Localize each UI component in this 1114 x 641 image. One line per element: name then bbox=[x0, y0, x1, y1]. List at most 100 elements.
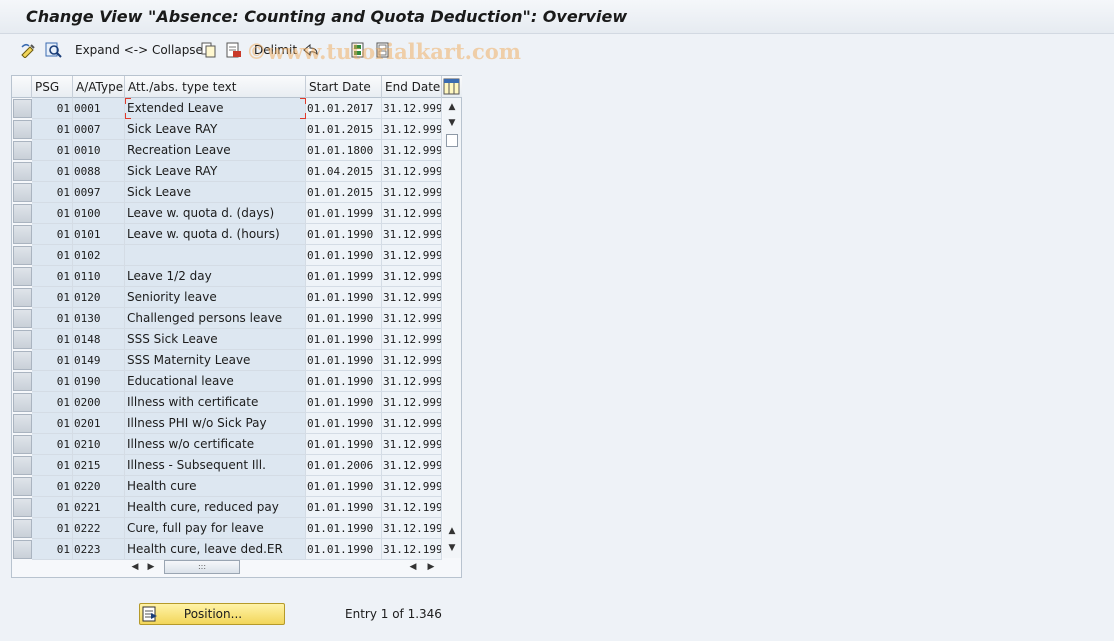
start-date-cell[interactable]: 01.01.1990 bbox=[306, 287, 382, 308]
row-selector[interactable] bbox=[13, 99, 32, 118]
row-selector[interactable] bbox=[13, 540, 32, 559]
end-date-cell[interactable]: 31.12.1999 bbox=[382, 539, 442, 560]
psg-cell[interactable]: 01 bbox=[32, 98, 73, 119]
atype-cell[interactable]: 0101 bbox=[73, 224, 125, 245]
text-cell[interactable]: Leave w. quota d. (hours) bbox=[125, 224, 306, 245]
text-cell[interactable]: Illness - Subsequent Ill. bbox=[125, 455, 306, 476]
start-date-cell[interactable]: 01.01.1990 bbox=[306, 413, 382, 434]
text-cell[interactable]: Sick Leave bbox=[125, 182, 306, 203]
scroll-left-end-icon[interactable]: ◀ bbox=[407, 560, 419, 574]
end-date-cell[interactable]: 31.12.9999 bbox=[382, 392, 442, 413]
end-date-cell[interactable]: 31.12.9999 bbox=[382, 329, 442, 350]
start-date-cell[interactable]: 01.01.2015 bbox=[306, 119, 382, 140]
row-selector[interactable] bbox=[13, 288, 32, 307]
text-cell[interactable] bbox=[125, 245, 306, 266]
start-date-cell[interactable]: 01.01.2015 bbox=[306, 182, 382, 203]
text-cell[interactable]: Illness with certificate bbox=[125, 392, 306, 413]
details-icon[interactable] bbox=[45, 42, 63, 58]
row-selector[interactable] bbox=[13, 120, 32, 139]
row-selector[interactable] bbox=[13, 330, 32, 349]
start-date-cell[interactable]: 01.01.1990 bbox=[306, 539, 382, 560]
psg-cell[interactable]: 01 bbox=[32, 497, 73, 518]
scroll-right-end-icon[interactable]: ▶ bbox=[425, 560, 437, 574]
end-date-cell[interactable]: 31.12.9999 bbox=[382, 266, 442, 287]
atype-cell[interactable]: 0221 bbox=[73, 497, 125, 518]
psg-cell[interactable]: 01 bbox=[32, 308, 73, 329]
psg-cell[interactable]: 01 bbox=[32, 434, 73, 455]
deselect-all-icon[interactable] bbox=[375, 42, 393, 58]
psg-cell[interactable]: 01 bbox=[32, 539, 73, 560]
row-selector[interactable] bbox=[13, 225, 32, 244]
horizontal-scroll-thumb[interactable]: ::: bbox=[164, 560, 240, 574]
text-cell[interactable]: Health cure, leave ded.ER bbox=[125, 539, 306, 560]
column-header-psg[interactable]: PSG bbox=[32, 76, 73, 98]
atype-cell[interactable]: 0201 bbox=[73, 413, 125, 434]
text-cell[interactable]: Challenged persons leave bbox=[125, 308, 306, 329]
start-date-cell[interactable]: 01.01.1800 bbox=[306, 140, 382, 161]
psg-cell[interactable]: 01 bbox=[32, 203, 73, 224]
select-all-icon[interactable] bbox=[350, 42, 368, 58]
scroll-down-icon[interactable]: ▼ bbox=[445, 541, 459, 555]
end-date-cell[interactable]: 31.12.9999 bbox=[382, 203, 442, 224]
end-date-cell[interactable]: 31.12.9999 bbox=[382, 119, 442, 140]
horizontal-scrollbar[interactable]: ◀ ▶ ::: ◀ ▶ bbox=[125, 558, 443, 576]
row-selector[interactable] bbox=[13, 477, 32, 496]
text-cell[interactable]: SSS Sick Leave bbox=[125, 329, 306, 350]
row-selector[interactable] bbox=[13, 414, 32, 433]
start-date-cell[interactable]: 01.01.1990 bbox=[306, 497, 382, 518]
start-date-cell[interactable]: 01.01.1990 bbox=[306, 308, 382, 329]
atype-cell[interactable]: 0120 bbox=[73, 287, 125, 308]
row-selector[interactable] bbox=[13, 141, 32, 160]
start-date-cell[interactable]: 01.01.1990 bbox=[306, 434, 382, 455]
atype-cell[interactable]: 0223 bbox=[73, 539, 125, 560]
atype-cell[interactable]: 0215 bbox=[73, 455, 125, 476]
row-selector[interactable] bbox=[13, 183, 32, 202]
text-cell[interactable]: Leave w. quota d. (days) bbox=[125, 203, 306, 224]
text-cell[interactable]: Health cure, reduced pay bbox=[125, 497, 306, 518]
psg-cell[interactable]: 01 bbox=[32, 161, 73, 182]
end-date-cell[interactable]: 31.12.9999 bbox=[382, 434, 442, 455]
row-selector[interactable] bbox=[13, 246, 32, 265]
row-selector[interactable] bbox=[13, 519, 32, 538]
expand-collapse-button[interactable]: Expand <-> Collapse bbox=[75, 43, 203, 57]
row-selector[interactable] bbox=[13, 267, 32, 286]
scroll-page-down-icon[interactable]: ▼ bbox=[445, 116, 459, 130]
end-date-cell[interactable]: 31.12.9999 bbox=[382, 98, 442, 119]
end-date-cell[interactable]: 31.12.1999 bbox=[382, 497, 442, 518]
text-cell[interactable]: Sick Leave RAY bbox=[125, 161, 306, 182]
atype-cell[interactable]: 0110 bbox=[73, 266, 125, 287]
end-date-cell[interactable]: 31.12.1999 bbox=[382, 518, 442, 539]
start-date-cell[interactable]: 01.01.2006 bbox=[306, 455, 382, 476]
psg-cell[interactable]: 01 bbox=[32, 392, 73, 413]
scroll-page-up-icon[interactable]: ▲ bbox=[445, 524, 459, 538]
atype-cell[interactable]: 0100 bbox=[73, 203, 125, 224]
start-date-cell[interactable]: 01.01.1990 bbox=[306, 392, 382, 413]
row-selector[interactable] bbox=[13, 351, 32, 370]
select-all-rows-header[interactable] bbox=[12, 76, 32, 98]
end-date-cell[interactable]: 31.12.9999 bbox=[382, 182, 442, 203]
scroll-thumb[interactable] bbox=[446, 134, 458, 147]
text-cell[interactable]: Illness PHI w/o Sick Pay bbox=[125, 413, 306, 434]
atype-cell[interactable]: 0097 bbox=[73, 182, 125, 203]
end-date-cell[interactable]: 31.12.9999 bbox=[382, 161, 442, 182]
end-date-cell[interactable]: 31.12.9999 bbox=[382, 287, 442, 308]
text-cell[interactable]: Seniority leave bbox=[125, 287, 306, 308]
atype-cell[interactable]: 0010 bbox=[73, 140, 125, 161]
scroll-right-icon[interactable]: ▶ bbox=[145, 560, 157, 574]
atype-cell[interactable]: 0210 bbox=[73, 434, 125, 455]
start-date-cell[interactable]: 01.01.2017 bbox=[306, 98, 382, 119]
start-date-cell[interactable]: 01.01.1999 bbox=[306, 203, 382, 224]
row-selector[interactable] bbox=[13, 393, 32, 412]
start-date-cell[interactable]: 01.04.2015 bbox=[306, 161, 382, 182]
row-selector[interactable] bbox=[13, 498, 32, 517]
atype-cell[interactable]: 0222 bbox=[73, 518, 125, 539]
column-header-atype[interactable]: A/AType bbox=[73, 76, 125, 98]
end-date-cell[interactable]: 31.12.9999 bbox=[382, 371, 442, 392]
psg-cell[interactable]: 01 bbox=[32, 455, 73, 476]
row-selector[interactable] bbox=[13, 309, 32, 328]
psg-cell[interactable]: 01 bbox=[32, 350, 73, 371]
atype-cell[interactable]: 0220 bbox=[73, 476, 125, 497]
psg-cell[interactable]: 01 bbox=[32, 182, 73, 203]
row-selector[interactable] bbox=[13, 162, 32, 181]
start-date-cell[interactable]: 01.01.1990 bbox=[306, 518, 382, 539]
